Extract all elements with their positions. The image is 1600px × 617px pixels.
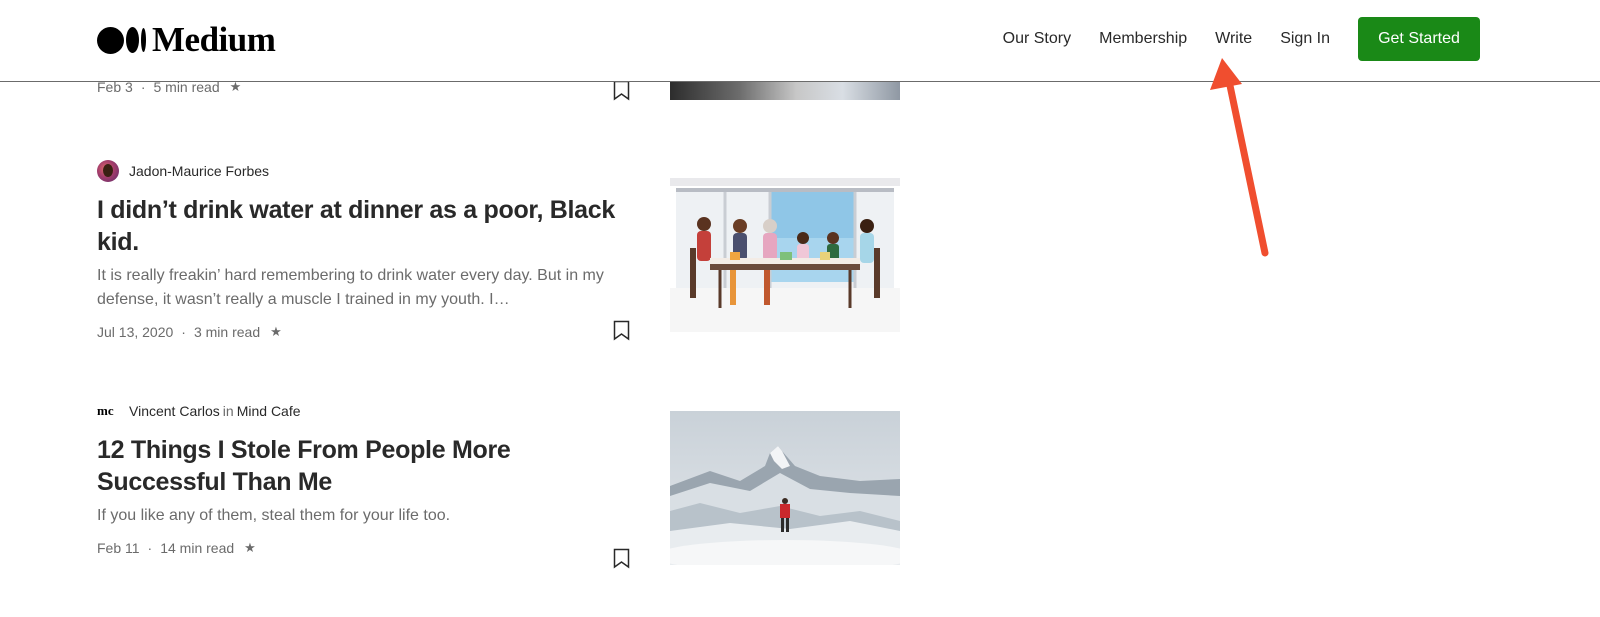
- article-title[interactable]: I didn’t drink water at dinner as a poor…: [97, 194, 642, 258]
- bookmark-icon[interactable]: [613, 548, 630, 569]
- in-label: in: [222, 403, 234, 419]
- article-subtitle[interactable]: It is really freakin’ hard remembering t…: [97, 264, 642, 312]
- article-subtitle[interactable]: If you like any of them, steal them for …: [97, 504, 642, 528]
- read-time: 14 min read: [160, 540, 235, 556]
- bookmark-icon[interactable]: [613, 80, 630, 101]
- article-thumbnail[interactable]: [670, 82, 900, 100]
- nav-links: Our Story Membership Write Sign In Get S…: [975, 17, 1480, 61]
- author-name[interactable]: Jadon-Maurice Forbes: [129, 163, 269, 179]
- article-date: Feb 11: [97, 540, 140, 556]
- nav-write[interactable]: Write: [1215, 30, 1252, 48]
- star-icon: ★: [270, 324, 282, 339]
- medium-logo[interactable]: Medium: [97, 20, 276, 60]
- annotation-arrow: [1210, 58, 1269, 257]
- article-card[interactable]: mc Vincent Carlos in Mind Cafe 12 Things…: [97, 400, 642, 569]
- author-row: mc Vincent Carlos in Mind Cafe: [97, 400, 642, 422]
- article-thumbnail[interactable]: [670, 411, 900, 565]
- article-thumbnail[interactable]: [670, 178, 900, 332]
- author-name[interactable]: Vincent Carlos: [129, 403, 220, 419]
- publication-logo[interactable]: mc: [97, 403, 119, 419]
- family-dinner-illustration: [670, 178, 900, 332]
- publication-name[interactable]: Mind Cafe: [237, 403, 301, 419]
- author-row: Jadon-Maurice Forbes: [97, 160, 642, 182]
- logo-text: Medium: [152, 20, 276, 59]
- article-title[interactable]: 12 Things I Stole From People More Succe…: [97, 434, 642, 498]
- mountain-photo: [670, 411, 900, 565]
- star-icon: ★: [244, 540, 256, 555]
- article-meta: Jul 13, 2020 · 3 min read ★: [97, 324, 282, 340]
- get-started-button[interactable]: Get Started: [1358, 17, 1480, 61]
- article-card[interactable]: Jadon-Maurice Forbes I didn’t drink wate…: [97, 160, 642, 341]
- nav-membership[interactable]: Membership: [1099, 30, 1187, 48]
- nav-our-story[interactable]: Our Story: [1003, 30, 1071, 48]
- article-meta: Feb 11 · 14 min read ★: [97, 540, 256, 556]
- top-navbar: Medium Our Story Membership Write Sign I…: [0, 0, 1600, 82]
- bookmark-icon[interactable]: [613, 320, 630, 341]
- nav-sign-in[interactable]: Sign In: [1280, 30, 1330, 48]
- medium-logo-icon: [97, 26, 146, 54]
- avatar[interactable]: [97, 160, 119, 182]
- article-date: Jul 13, 2020: [97, 324, 174, 340]
- read-time: 3 min read: [193, 324, 261, 340]
